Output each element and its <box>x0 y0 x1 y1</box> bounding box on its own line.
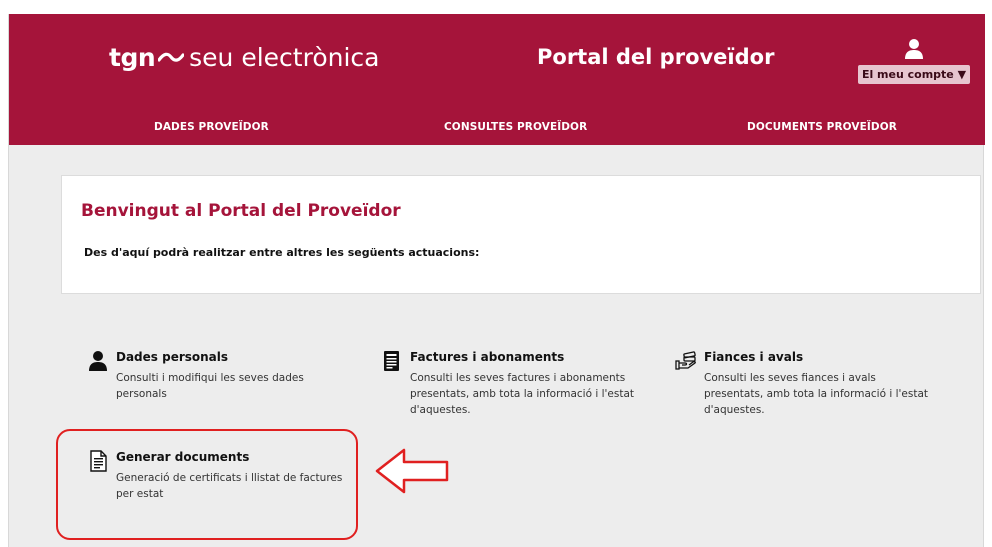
account-menu[interactable]: El meu compte ▼ <box>857 38 971 94</box>
hand-money-icon <box>675 351 696 370</box>
header-bar: tgn seu electrònica Portal del proveïdor… <box>9 14 985 145</box>
user-icon <box>905 39 923 59</box>
card-title: Dades personals <box>116 350 229 364</box>
logo-brand: tgn <box>109 43 156 72</box>
account-dropdown-button[interactable]: El meu compte ▼ <box>857 65 971 84</box>
card-factures-abonaments[interactable]: Factures i abonaments Consulti les seves… <box>381 350 641 430</box>
main-nav: DADES PROVEÏDOR CONSULTES PROVEÏDOR DOCU… <box>9 118 985 142</box>
wave-icon <box>158 52 185 62</box>
logo-text: seu electrònica <box>189 43 380 72</box>
portal-frame: tgn seu electrònica Portal del proveïdor… <box>8 14 985 547</box>
card-description: Consulti les seves fiances i avals prese… <box>704 372 928 416</box>
invoice-icon <box>384 351 399 371</box>
highlight-box <box>56 429 358 540</box>
card-title: Fiances i avals <box>704 350 804 364</box>
site-logo[interactable]: tgn seu electrònica <box>109 43 380 72</box>
nav-item-dades-proveidor[interactable]: DADES PROVEÏDOR <box>154 121 269 133</box>
card-fiances-avals[interactable]: Fiances i avals Consulti les seves fianc… <box>675 350 935 416</box>
page-title: Portal del proveïdor <box>537 45 775 69</box>
welcome-subtitle: Des d'aquí podrà realitzar entre altres … <box>84 246 480 259</box>
welcome-title: Benvingut al Portal del Proveïdor <box>81 201 401 221</box>
nav-item-consultes-proveidor[interactable]: CONSULTES PROVEÏDOR <box>444 121 587 133</box>
welcome-panel: Benvingut al Portal del Proveïdor Des d'… <box>61 175 981 294</box>
card-title: Factures i abonaments <box>410 350 565 364</box>
card-dades-personals[interactable]: Dades personals Consulti i modifiqui les… <box>87 350 347 410</box>
card-description: Consulti i modifiqui les seves dades per… <box>116 372 304 400</box>
left-arrow-icon <box>375 448 449 494</box>
nav-item-documents-proveidor[interactable]: DOCUMENTS PROVEÏDOR <box>747 121 897 133</box>
person-icon <box>89 351 107 371</box>
card-description: Consulti les seves factures i abonaments… <box>410 372 634 416</box>
